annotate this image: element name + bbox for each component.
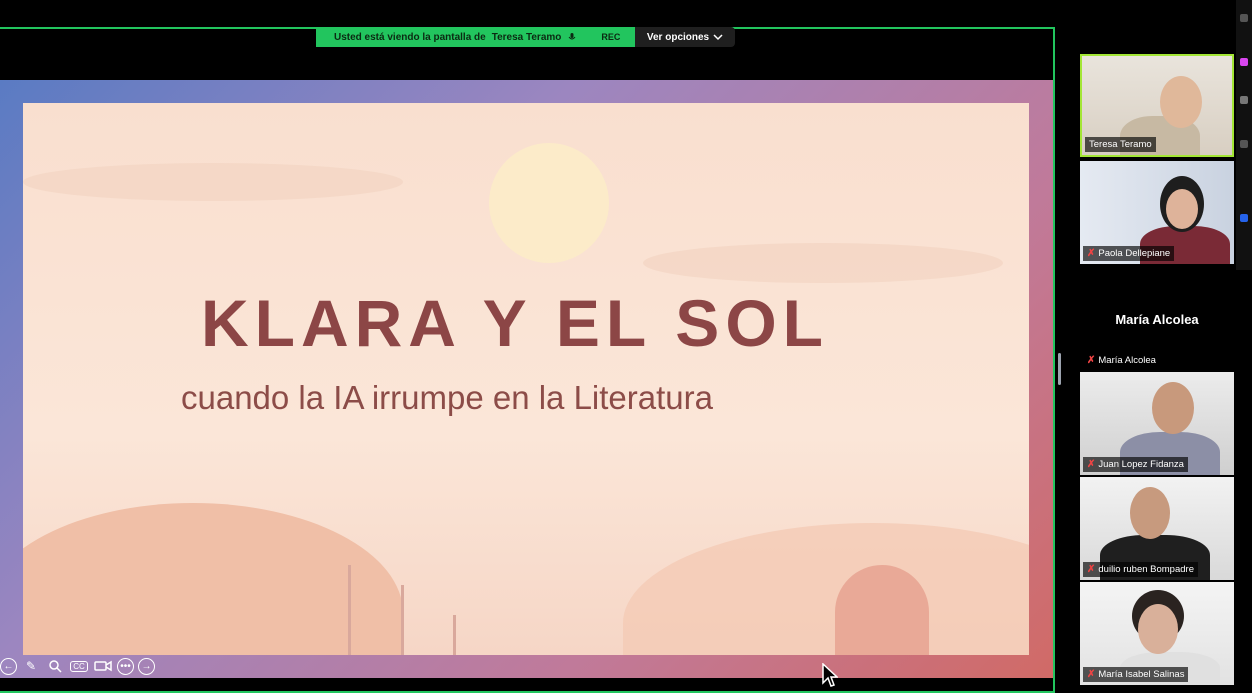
hill-illustration: [623, 523, 1029, 655]
settings-icon[interactable]: [1240, 140, 1248, 148]
captions-icon[interactable]: CC: [69, 656, 89, 676]
participant-tile[interactable]: ✗ Juan Lopez Fidanza: [1080, 372, 1234, 475]
wind-turbine-illustration: [401, 585, 404, 655]
hill-illustration: [23, 503, 403, 655]
whiteboard-icon[interactable]: [1240, 58, 1248, 66]
more-icon[interactable]: •••: [117, 657, 134, 675]
panel-resize-handle[interactable]: [1058, 353, 1061, 385]
view-options-label: Ver opciones: [646, 31, 710, 43]
chat-icon[interactable]: [1240, 96, 1248, 104]
participant-tile[interactable]: ✗ María Isabel Salinas: [1080, 582, 1234, 685]
slide-subtitle: cuando la IA irrumpe en la Literatura: [181, 379, 713, 416]
participant-video: [1130, 487, 1170, 539]
muted-mic-icon: ✗: [1087, 355, 1096, 366]
zoom-icon[interactable]: [45, 656, 65, 676]
participant-name-label: Teresa Teramo: [1085, 137, 1156, 152]
observatory-illustration: [835, 565, 929, 655]
sharing-name: Teresa Teramo: [491, 31, 562, 43]
participant-video: [1160, 76, 1202, 128]
forward-arrow-icon[interactable]: →: [138, 657, 155, 675]
participant-tile[interactable]: ✗ duilio ruben Bompadre: [1080, 477, 1234, 580]
participant-tile[interactable]: María Alcolea ✗ María Alcolea: [1080, 268, 1234, 371]
wind-turbine-illustration: [348, 565, 351, 655]
participant-video: [1152, 382, 1194, 434]
sharing-prefix: Usted está viendo la pantalla de: [334, 31, 486, 43]
participant-video: [1138, 604, 1178, 654]
participant-tile[interactable]: Teresa Teramo: [1080, 54, 1234, 157]
rec-indicator: REC: [601, 32, 621, 42]
slide-title: KLARA Y EL SOL: [201, 286, 829, 360]
apps-icon[interactable]: [1240, 214, 1248, 222]
slide-frame: KLARA Y EL SOL cuando la IA irrumpe en l…: [0, 80, 1053, 678]
cloud-illustration: [643, 243, 1003, 283]
muted-mic-icon: ✗: [1087, 248, 1096, 259]
captions-label: CC: [70, 660, 88, 672]
participant-tile[interactable]: ✗ Paola Dellepiane: [1080, 161, 1234, 264]
cloud-illustration: [23, 163, 403, 201]
muted-mic-icon: ✗: [1087, 459, 1096, 470]
muted-mic-icon: ✗: [1087, 564, 1096, 575]
side-panel-edge: [1236, 0, 1252, 270]
participant-name-label: ✗ duilio ruben Bompadre: [1083, 562, 1198, 577]
mouse-cursor-icon: [822, 663, 838, 687]
muted-mic-icon: ✗: [1087, 669, 1096, 680]
wind-turbine-illustration: [453, 615, 456, 655]
sun-illustration: [489, 143, 609, 263]
back-arrow-icon[interactable]: ←: [0, 657, 17, 675]
menu-icon[interactable]: [1240, 14, 1248, 22]
participant-name-label: ✗ Juan Lopez Fidanza: [1083, 457, 1188, 472]
participant-name-label: ✗ María Isabel Salinas: [1083, 667, 1189, 682]
chevron-down-icon: [713, 34, 723, 41]
annotation-toolbar: ← ✎ CC ••• →: [0, 656, 155, 676]
pencil-icon[interactable]: ✎: [21, 656, 41, 676]
sharing-banner: Usted está viendo la pantalla de Teresa …: [316, 27, 635, 47]
participant-name-label: ✗ María Alcolea: [1083, 353, 1160, 368]
participant-video: [1166, 189, 1198, 229]
participant-name-label: ✗ Paola Dellepiane: [1083, 246, 1175, 261]
presentation-slide: KLARA Y EL SOL cuando la IA irrumpe en l…: [23, 103, 1029, 655]
view-options-button[interactable]: Ver opciones: [635, 27, 735, 47]
camera-icon[interactable]: [93, 656, 113, 676]
mic-icon: [568, 33, 576, 40]
